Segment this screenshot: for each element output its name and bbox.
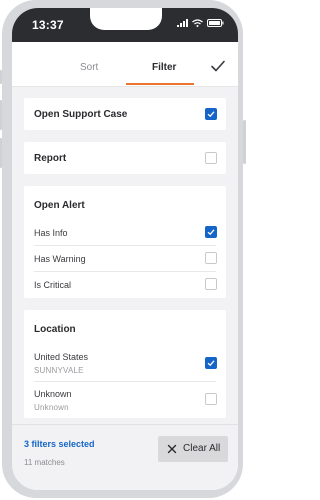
divider: [34, 245, 216, 246]
open-alert-card: Open Alert Has Info Has Warning Is Criti…: [24, 186, 226, 298]
wifi-icon: [192, 19, 203, 27]
report-label: Report: [34, 153, 67, 164]
mute-switch: [0, 70, 2, 84]
location-united-states-label: United States: [34, 352, 89, 362]
tab-bar: Sort Filter: [12, 42, 238, 87]
location-unknown-sublabel: Unknown: [34, 403, 69, 412]
location-unknown-label: Unknown: [34, 389, 72, 399]
active-tab-indicator: [126, 83, 194, 85]
has-info-checkbox[interactable]: [205, 226, 217, 238]
notch: [90, 8, 162, 30]
location-united-states-sublabel: SUNNYVALE: [34, 366, 84, 375]
has-warning-checkbox[interactable]: [205, 252, 217, 264]
checkbox-checked-icon: [207, 229, 215, 236]
volume-up-button: [0, 100, 2, 130]
report-card[interactable]: Report: [24, 142, 226, 174]
checkbox-checked-icon: [207, 360, 215, 367]
phone-frame: 13:37 Sort Filter Open Support Case Repo…: [0, 0, 246, 498]
status-bar: 13:37: [12, 8, 238, 42]
location-card: Location United States SUNNYVALE Unknown…: [24, 310, 226, 418]
screen: 13:37 Sort Filter Open Support Case Repo…: [12, 8, 238, 490]
clear-all-label: Clear All: [183, 443, 221, 454]
has-warning-label: Has Warning: [34, 254, 86, 264]
open-support-case-card[interactable]: Open Support Case: [24, 98, 226, 130]
filter-sheet: Sort Filter Open Support Case Report Ope…: [12, 42, 238, 490]
divider: [34, 271, 216, 272]
checkbox-checked-icon: [207, 111, 215, 118]
open-support-case-checkbox[interactable]: [205, 108, 217, 120]
status-icons: [177, 19, 224, 27]
filter-footer: 3 filters selected 11 matches Clear All: [12, 424, 238, 490]
tab-sort[interactable]: Sort: [80, 62, 98, 73]
clear-all-button[interactable]: Clear All: [158, 436, 228, 462]
tab-filter[interactable]: Filter: [152, 62, 176, 73]
checkmark-icon[interactable]: [210, 58, 226, 74]
open-support-case-label: Open Support Case: [34, 109, 128, 120]
status-time: 13:37: [32, 18, 64, 32]
power-button: [243, 120, 246, 164]
open-alert-title: Open Alert: [34, 200, 85, 211]
report-checkbox[interactable]: [205, 152, 217, 164]
is-critical-checkbox[interactable]: [205, 278, 217, 290]
matches-count: 11 matches: [24, 458, 65, 467]
location-united-states-checkbox[interactable]: [205, 357, 217, 369]
signal-icon: [177, 19, 188, 27]
location-title: Location: [34, 324, 76, 335]
is-critical-label: Is Critical: [34, 280, 72, 290]
volume-down-button: [0, 138, 2, 168]
has-info-label: Has Info: [34, 228, 68, 238]
battery-icon: [207, 19, 224, 27]
filters-selected-count: 3 filters selected: [24, 439, 95, 449]
close-icon: [167, 444, 177, 454]
divider: [34, 381, 216, 382]
location-unknown-checkbox[interactable]: [205, 393, 217, 405]
